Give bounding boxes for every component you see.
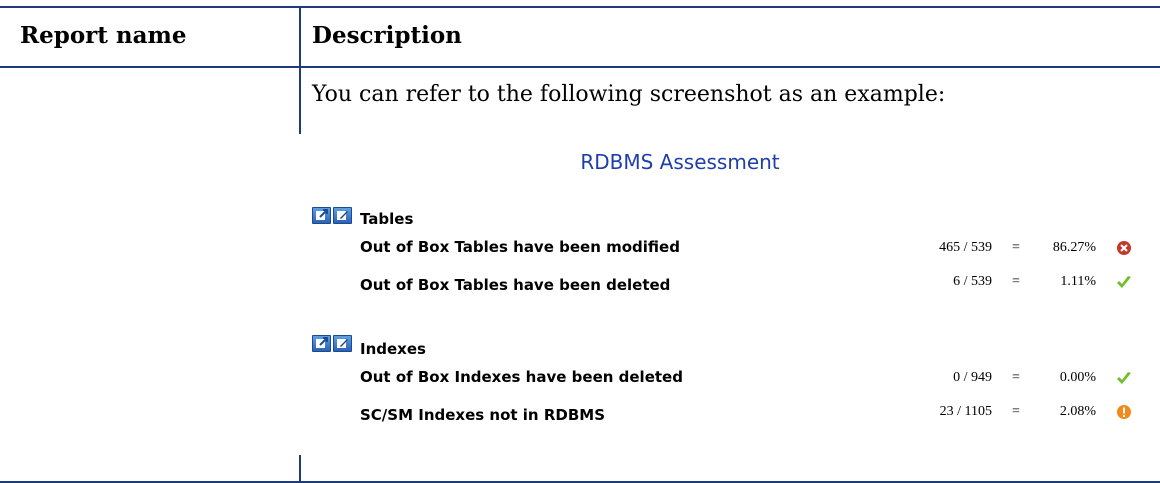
row-ratio: 0 / 949 [953, 370, 992, 385]
row-equals: = [1012, 370, 1020, 385]
row-equals: = [1012, 404, 1020, 419]
warning-icon [1117, 405, 1131, 419]
edit-icon[interactable] [333, 335, 352, 352]
header-rule [0, 66, 1160, 68]
section-title-indexes: Indexes [360, 340, 426, 358]
export-icon[interactable] [312, 335, 331, 352]
column-divider-top [299, 6, 301, 134]
tables-action-icons [312, 207, 352, 224]
error-icon [1117, 241, 1131, 255]
intro-text: You can refer to the following screensho… [312, 82, 946, 107]
row-ratio: 23 / 1105 [939, 404, 992, 419]
row-percent: 2.08% [1059, 404, 1096, 419]
row-label: Out of Box Tables have been modified [360, 238, 680, 256]
row-label: Out of Box Indexes have been deleted [360, 368, 683, 386]
row-ratio: 465 / 539 [939, 240, 992, 255]
row-percent: 1.11% [1060, 274, 1096, 289]
row-equals: = [1012, 274, 1020, 289]
row-equals: = [1012, 240, 1020, 255]
indexes-action-icons [312, 335, 352, 352]
checkmark-icon [1117, 276, 1131, 288]
row-label: SC/SM Indexes not in RDBMS [360, 406, 605, 424]
edit-icon[interactable] [333, 207, 352, 224]
row-percent: 0.00% [1059, 370, 1096, 385]
row-label: Out of Box Tables have been deleted [360, 276, 671, 294]
header-description: Description [312, 22, 462, 49]
export-icon[interactable] [312, 207, 331, 224]
header-report-name: Report name [20, 22, 187, 49]
assessment-title: RDBMS Assessment [580, 150, 780, 174]
row-ratio: 6 / 539 [953, 274, 992, 289]
top-rule [0, 6, 1160, 8]
section-title-tables: Tables [360, 210, 414, 228]
column-divider-bottom [299, 455, 301, 483]
checkmark-icon [1117, 372, 1131, 384]
row-percent: 86.27% [1052, 240, 1096, 255]
